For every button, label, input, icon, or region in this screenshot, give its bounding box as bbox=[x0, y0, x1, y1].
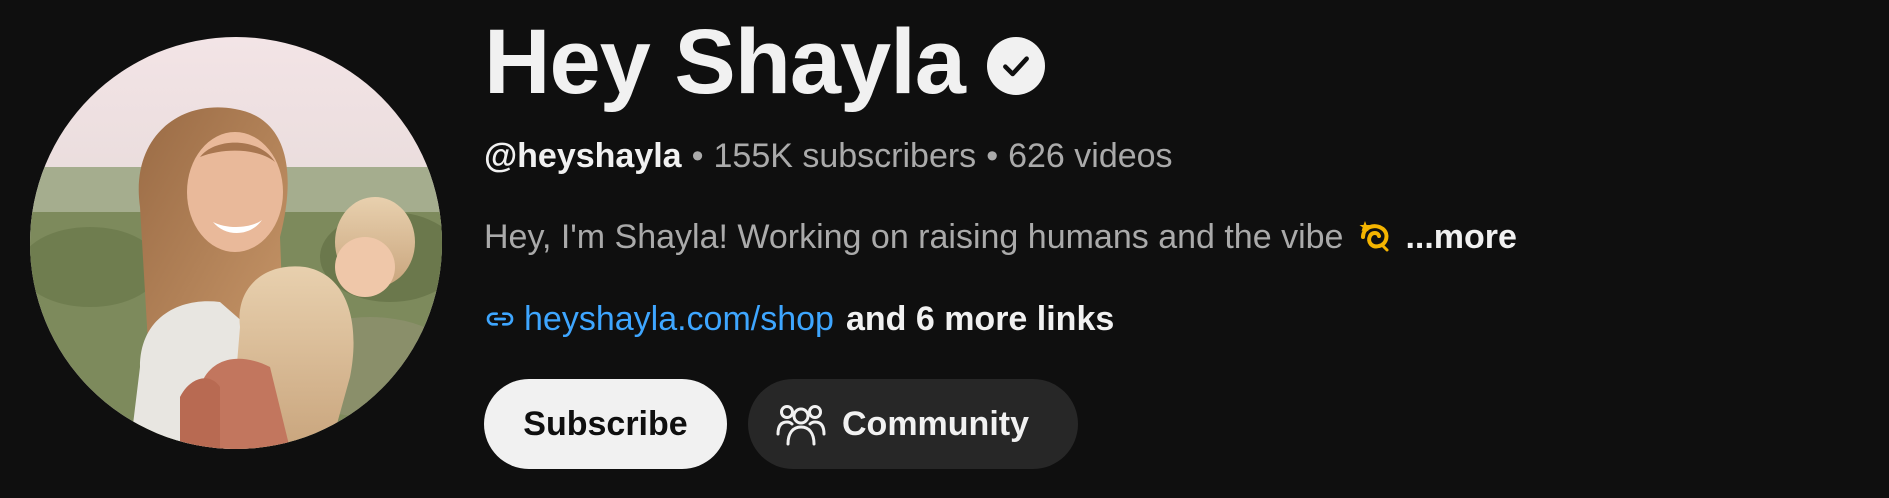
subscribe-button[interactable]: Subscribe bbox=[484, 379, 727, 469]
link-icon bbox=[484, 303, 516, 335]
channel-avatar[interactable] bbox=[30, 37, 442, 449]
title-row: Hey Shayla bbox=[484, 12, 1045, 112]
avatar-photo bbox=[30, 37, 442, 449]
meta-separator: • bbox=[986, 137, 999, 175]
dizzy-icon bbox=[1357, 219, 1393, 255]
channel-description[interactable]: Hey, I'm Shayla! Working on raising huma… bbox=[484, 217, 1517, 257]
subscriber-count: 155K subscribers bbox=[713, 137, 977, 175]
community-label: Community bbox=[842, 404, 1029, 443]
more-description-button[interactable]: ...more bbox=[1405, 217, 1516, 257]
community-button[interactable]: Community bbox=[748, 379, 1078, 469]
people-icon bbox=[776, 402, 826, 446]
verified-check-icon bbox=[986, 37, 1045, 95]
channel-name: Hey Shayla bbox=[484, 11, 966, 113]
channel-link[interactable]: heyshayla.com/shop bbox=[524, 299, 834, 339]
more-links-button[interactable]: and 6 more links bbox=[846, 299, 1114, 339]
meta-separator: • bbox=[691, 137, 704, 175]
channel-handle: @heyshayla bbox=[484, 137, 682, 175]
channel-meta: @heyshayla • 155K subscribers • 626 videos bbox=[484, 136, 1173, 176]
video-count: 626 videos bbox=[1008, 137, 1173, 175]
channel-actions: Subscribe Community bbox=[484, 379, 1078, 469]
channel-links: heyshayla.com/shop and 6 more links bbox=[484, 299, 1114, 339]
description-text: Hey, I'm Shayla! Working on raising huma… bbox=[484, 218, 1344, 256]
